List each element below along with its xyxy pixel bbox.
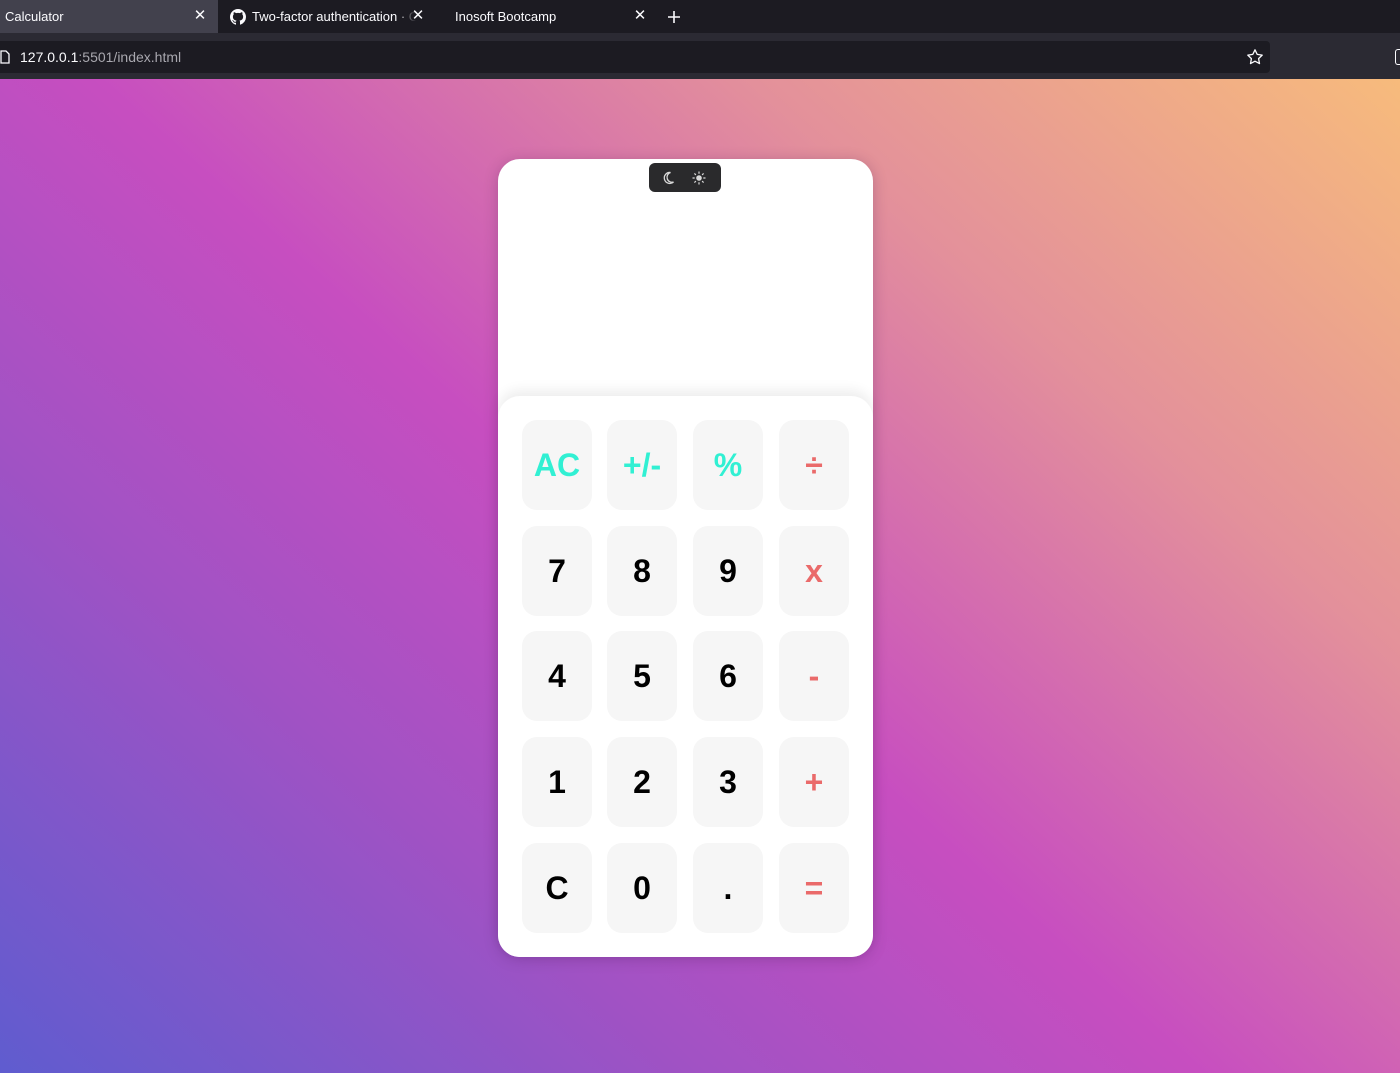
key-percent[interactable]: % [693,420,763,510]
key-equals[interactable]: = [779,843,849,933]
tab-github-2fa[interactable]: Two-factor authentication · GitHub ✕ [218,0,436,33]
theme-toggle[interactable] [649,163,721,192]
key-8[interactable]: 8 [607,526,677,616]
close-tab-icon[interactable]: ✕ [410,8,426,24]
address-bar[interactable]: 127.0.0.1:5501/index.html [0,41,1270,73]
key-add[interactable]: + [779,737,849,827]
key-all-clear[interactable]: AC [522,420,592,510]
calculator-display [498,199,873,389]
key-plus-minus[interactable]: +/- [607,420,677,510]
key-5[interactable]: 5 [607,631,677,721]
key-subtract[interactable]: - [779,631,849,721]
github-icon [230,8,246,25]
tab-title: Calculator [5,9,64,24]
tab-title: Inosoft Bootcamp [455,9,557,24]
tab-title: Two-factor authentication · GitHub [252,9,416,24]
key-4[interactable]: 4 [522,631,592,721]
close-tab-icon[interactable]: ✕ [632,8,648,24]
close-tab-icon[interactable]: ✕ [192,8,208,24]
sun-icon[interactable] [691,170,707,186]
page-background: AC +/- % ÷ 7 8 9 x 4 5 6 - 1 2 3 + C 0 .… [0,79,1400,1073]
new-tab-button[interactable] [658,0,690,33]
url-text[interactable]: 127.0.0.1:5501/index.html [20,49,181,65]
tab-calculator[interactable]: Calculator ✕ [0,0,218,33]
key-1[interactable]: 1 [522,737,592,827]
calculator: AC +/- % ÷ 7 8 9 x 4 5 6 - 1 2 3 + C 0 .… [498,159,873,957]
key-0[interactable]: 0 [607,843,677,933]
key-multiply[interactable]: x [779,526,849,616]
url-host: 127.0.0.1 [20,49,79,65]
extensions-icon[interactable] [1395,49,1400,65]
tab-strip: Calculator ✕ Two-factor authentication ·… [0,0,1400,33]
key-decimal[interactable]: . [693,843,763,933]
moon-icon[interactable] [660,170,676,186]
tab-inosoft-bootcamp[interactable]: Inosoft Bootcamp ✕ [436,0,658,33]
keypad: AC +/- % ÷ 7 8 9 x 4 5 6 - 1 2 3 + C 0 .… [498,396,873,957]
page-icon [0,50,12,64]
navigation-toolbar: 127.0.0.1:5501/index.html [0,33,1400,79]
bookmark-star-icon[interactable] [1246,48,1264,66]
key-divide[interactable]: ÷ [779,420,849,510]
key-3[interactable]: 3 [693,737,763,827]
key-2[interactable]: 2 [607,737,677,827]
key-6[interactable]: 6 [693,631,763,721]
key-clear[interactable]: C [522,843,592,933]
plus-icon [668,10,680,23]
key-9[interactable]: 9 [693,526,763,616]
key-7[interactable]: 7 [522,526,592,616]
url-path: :5501/index.html [78,49,182,65]
